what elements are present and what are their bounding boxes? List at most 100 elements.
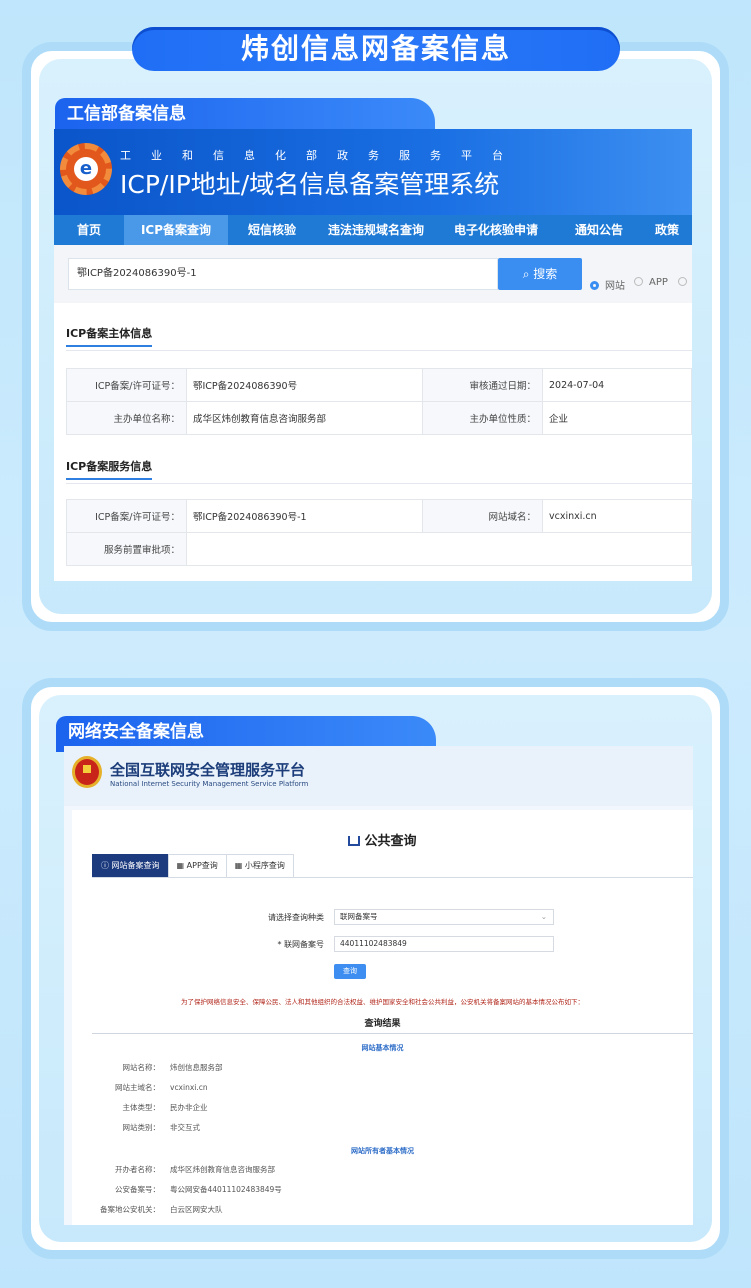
type-select-value: 联网备案号 (340, 912, 378, 921)
divider (92, 1033, 693, 1034)
kv-value: vcxinxi.cn (170, 1083, 208, 1092)
number-input[interactable]: 44011102483849 (334, 936, 554, 952)
kv-value: 炜创信息服务部 (170, 1063, 223, 1072)
tab-app-query[interactable]: ▦ APP查询 (167, 854, 227, 878)
icp-screenshot: e 工业和信息化部政务服务平台 ICP/IP地址/域名信息备案管理系统 首页 I… (54, 129, 692, 581)
radio-website[interactable]: 网站 (590, 277, 625, 292)
icp-main-table: ICP备案/许可证号： 鄂ICP备2024086390号 审核通过日期： 202… (66, 368, 692, 435)
divider (66, 350, 692, 351)
table-row: 服务前置审批项： (66, 532, 692, 566)
police-emblem-icon (72, 756, 102, 788)
kv-key: 公安备案号： (115, 1185, 160, 1194)
icp-main-section-title: ICP备案主体信息 (66, 325, 153, 347)
beian-screenshot: 全国互联网安全管理服务平台 National Internet Security… (64, 746, 693, 1225)
table-row: ICP备案/许可证号： 鄂ICP备2024086390号-1 网站域名： vcx… (66, 499, 692, 533)
table-row: ICP备案/许可证号： 鄂ICP备2024086390号 审核通过日期： 202… (66, 368, 692, 402)
house-icon (348, 836, 361, 846)
radio-more[interactable] (678, 277, 692, 288)
beian-body: 公共查询 ⓘ 网站备案查询 ▦ APP查询 ▦ 小程序查询 请选择查询种类 联网… (72, 810, 693, 1225)
table-value: 鄂ICP备2024086390号 (186, 368, 423, 402)
kv-key: 开办者名称： (115, 1165, 160, 1174)
tab-website-query[interactable]: ⓘ 网站备案查询 (92, 854, 169, 878)
kv-key: 网站类别： (122, 1123, 161, 1132)
radio-off-icon (678, 277, 687, 286)
basic-info-title: 网站基本情况 (361, 1044, 404, 1052)
nav-notice[interactable]: 通知公告 (556, 215, 642, 245)
radio-app-label: APP (649, 277, 668, 288)
kv-row: 网站主域名： vcxinxi.cn (82, 1082, 208, 1093)
table-row: 主办单位名称： 成华区炜创教育信息咨询服务部 主办单位性质： 企业 (66, 401, 692, 435)
table-value: 鄂ICP备2024086390号-1 (186, 499, 423, 533)
table-key: ICP备案/许可证号： (66, 368, 187, 402)
icp-result-card: ICP备案主体信息 ICP备案/许可证号： 鄂ICP备2024086390号 审… (54, 303, 692, 581)
kv-row: 公安备案号： 粤公网安备44011102483849号 (82, 1184, 282, 1195)
notice-text: 为了保护网络信息安全、保障公民、法人和其他组织的合法权益、维护国家安全和社会公共… (181, 998, 584, 1006)
icp-search-input[interactable]: 鄂ICP备2024086390号-1 (68, 258, 498, 290)
grid-icon: ▦ (176, 861, 187, 870)
owner-info-title: 网站所有者基本情况 (351, 1147, 414, 1155)
kv-key: 备案地公安机关： (100, 1205, 160, 1214)
radio-off-icon (634, 277, 643, 286)
nav-policy[interactable]: 政策 (642, 215, 692, 245)
icp-service-section-title: ICP备案服务信息 (66, 458, 153, 480)
kv-key: 主体类型： (122, 1103, 161, 1112)
nav-home[interactable]: 首页 (54, 215, 124, 245)
nav-sms-verify[interactable]: 短信核验 (228, 215, 316, 245)
table-key: 服务前置审批项： (66, 532, 187, 566)
icp-header: e 工业和信息化部政务服务平台 ICP/IP地址/域名信息备案管理系统 (54, 129, 692, 215)
icp-subtitle: 工业和信息化部政务服务平台 (120, 149, 523, 162)
type-select[interactable]: 联网备案号 ⌄ (334, 909, 554, 925)
kv-row: 备案地公安机关： 白云区网安大队 (82, 1204, 223, 1215)
nav-icp-query[interactable]: ICP备案查询 (124, 215, 228, 245)
beian-title-en: National Internet Security Management Se… (110, 780, 309, 788)
kv-key: 网站名称： (122, 1063, 161, 1072)
kv-value: 民办非企业 (170, 1103, 208, 1112)
icp-nav: 首页 ICP备案查询 短信核验 违法违规域名查询 电子化核验申请 通知公告 政策 (54, 215, 692, 245)
table-key: 主办单位名称： (66, 401, 187, 435)
query-button[interactable]: 查询 (334, 964, 366, 979)
divider (66, 483, 692, 484)
table-key: 审核通过日期： (422, 368, 543, 402)
tab-app-query-label: APP查询 (186, 861, 218, 870)
icp-search-button-label: 搜索 (533, 267, 558, 281)
beian-title: 全国互联网安全管理服务平台 (110, 761, 306, 779)
search-icon: ⌕ (522, 267, 534, 281)
table-value: 2024-07-04 (542, 368, 692, 402)
kv-value: 成华区炜创教育信息咨询服务部 (170, 1165, 275, 1174)
info-icon: ⓘ (101, 861, 112, 870)
icp-service-table: ICP备案/许可证号： 鄂ICP备2024086390号-1 网站域名： vcx… (66, 499, 692, 566)
miit-logo-icon: e (60, 143, 112, 195)
radio-website-label: 网站 (605, 281, 625, 292)
radio-app[interactable]: APP (634, 277, 668, 288)
kv-row: 主体类型： 民办非企业 (82, 1102, 208, 1113)
query-title-text: 公共查询 (364, 834, 417, 849)
divider (92, 877, 693, 878)
table-value (186, 532, 692, 566)
kv-key: 网站主域名： (115, 1083, 160, 1092)
table-value: 成华区炜创教育信息咨询服务部 (186, 401, 423, 435)
chevron-down-icon: ⌄ (540, 912, 547, 921)
table-value: 企业 (542, 401, 692, 435)
query-title: 公共查询 (72, 830, 693, 849)
icp-search-button[interactable]: ⌕ 搜索 (498, 258, 582, 290)
query-tabs: ⓘ 网站备案查询 ▦ APP查询 ▦ 小程序查询 (92, 854, 294, 878)
tab-miniprogram-query-label: 小程序查询 (244, 861, 285, 870)
banner-title: 炜创信息网备案信息 (240, 32, 511, 65)
kv-value: 粤公网安备44011102483849号 (170, 1185, 282, 1194)
kv-value: 白云区网安大队 (170, 1205, 223, 1214)
tab-miniprogram-query[interactable]: ▦ 小程序查询 (225, 854, 294, 878)
icp-title: ICP/IP地址/域名信息备案管理系统 (120, 170, 500, 199)
kv-row: 开办者名称： 成华区炜创教育信息咨询服务部 (82, 1164, 275, 1175)
kv-value: 非交互式 (170, 1123, 200, 1132)
kv-row: 网站类别： 非交互式 (82, 1122, 201, 1133)
grid-icon: ▦ (234, 861, 245, 870)
kv-row: 网站名称： 炜创信息服务部 (82, 1062, 223, 1073)
nav-e-verify[interactable]: 电子化核验申请 (436, 215, 556, 245)
table-key: 网站域名： (422, 499, 543, 533)
beian-header: 全国互联网安全管理服务平台 National Internet Security… (64, 746, 693, 806)
type-label: 请选择查询种类 (268, 913, 324, 922)
radio-on-icon (590, 281, 599, 290)
result-title: 查询结果 (364, 1019, 401, 1029)
nav-illegal-domain[interactable]: 违法违规域名查询 (316, 215, 436, 245)
number-label: * 联网备案号 (277, 940, 324, 949)
